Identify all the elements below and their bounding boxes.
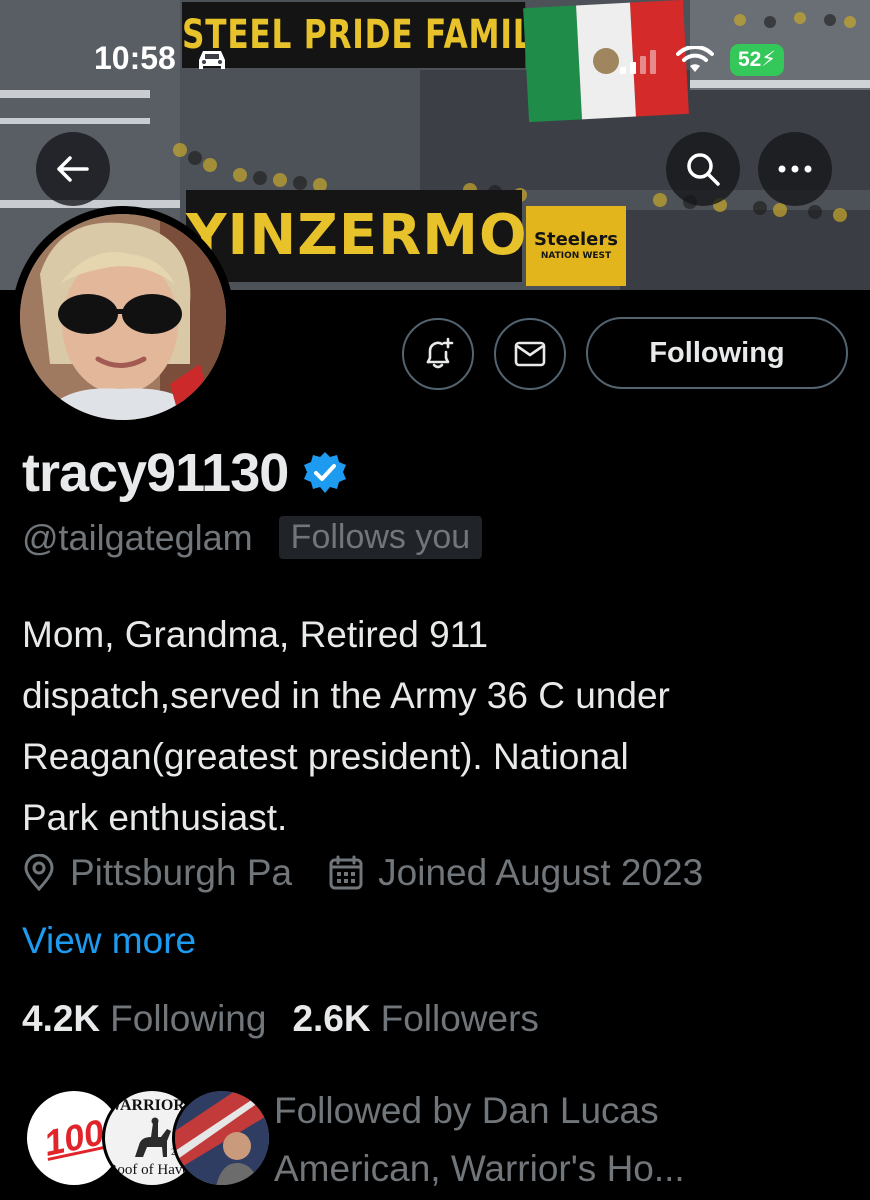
verified-badge-icon[interactable]: [302, 450, 348, 496]
followed-by-line: Followed by Dan Lucas: [274, 1090, 659, 1131]
display-name-row: tracy91130: [22, 440, 348, 506]
search-button[interactable]: [666, 132, 740, 206]
avatar-portrait: [20, 214, 226, 420]
status-bar: 10:58 52⚡: [0, 40, 870, 84]
profile-handle: @tailgateglam: [22, 516, 253, 558]
following-button[interactable]: Following: [586, 317, 848, 389]
following-count-link[interactable]: 4.2K Following: [22, 998, 266, 1040]
bio-line: Reagan(greatest president). National: [22, 736, 629, 777]
wifi-icon: [676, 46, 714, 72]
bio-line: dispatch,served in the Army 36 C under: [22, 675, 670, 716]
profile-avatar[interactable]: [12, 206, 234, 428]
follows-you-badge: Follows you: [278, 516, 483, 559]
banner-sign-yinzermob: YINZERMOB: [186, 190, 570, 282]
message-button[interactable]: [494, 318, 566, 390]
profile-meta: Pittsburgh Pa Joined August 2023: [22, 852, 703, 894]
hundred-emoji-text: 100: [40, 1111, 108, 1164]
mutual-followers-avatars[interactable]: 100 WARRIOR'S 2024 Roof of Haven: [24, 1088, 272, 1188]
profile-location: Pittsburgh Pa: [70, 852, 293, 893]
notifications-button[interactable]: [402, 318, 474, 390]
following-count: 4.2K: [22, 998, 101, 1039]
arrow-left-icon: [57, 156, 89, 182]
flag-portrait: [175, 1091, 269, 1185]
followed-by-text[interactable]: Followed by Dan Lucas American, Warrior'…: [274, 1082, 854, 1198]
followed-by-line: American, Warrior's Ho...: [274, 1148, 685, 1189]
follow-counts: 4.2K Following 2.6K Followers: [22, 998, 539, 1040]
car-icon: [199, 51, 225, 69]
followers-count: 2.6K: [292, 998, 371, 1039]
profile-bio: Mom, Grandma, Retired 911 dispatch,serve…: [22, 604, 862, 848]
battery-indicator: 52⚡: [730, 44, 784, 76]
envelope-icon: [514, 341, 546, 367]
back-button[interactable]: [36, 132, 110, 206]
search-icon: [687, 153, 720, 186]
steelers-sign-subtext: NATION WEST: [540, 251, 612, 261]
following-label: Following: [110, 998, 267, 1039]
bio-line: Mom, Grandma, Retired 911: [22, 614, 489, 655]
avatar-photo: [20, 214, 226, 420]
calendar-icon: [329, 855, 363, 890]
view-more-link[interactable]: View more: [22, 920, 196, 962]
location-pin-icon: [24, 854, 54, 892]
profile-joined-date: Joined August 2023: [378, 852, 704, 893]
banner-sign-steelers: Steelers NATION WEST: [526, 206, 626, 286]
bell-plus-icon: [426, 337, 454, 369]
battery-level: 52: [737, 48, 762, 71]
followers-label: Followers: [380, 998, 539, 1039]
bio-line: Park enthusiast.: [22, 797, 288, 838]
more-horizontal-icon: [778, 165, 812, 173]
mutual-follower-avatar: [172, 1088, 272, 1188]
followers-count-link[interactable]: 2.6K Followers: [292, 998, 538, 1040]
handle-row: @tailgateglam Follows you: [22, 516, 483, 559]
steelers-sign-text: Steelers: [534, 229, 618, 250]
status-time: 10:58: [94, 40, 176, 76]
cellular-signal-icon: [620, 50, 656, 74]
display-name: tracy91130: [22, 443, 289, 503]
more-button[interactable]: [758, 132, 832, 206]
